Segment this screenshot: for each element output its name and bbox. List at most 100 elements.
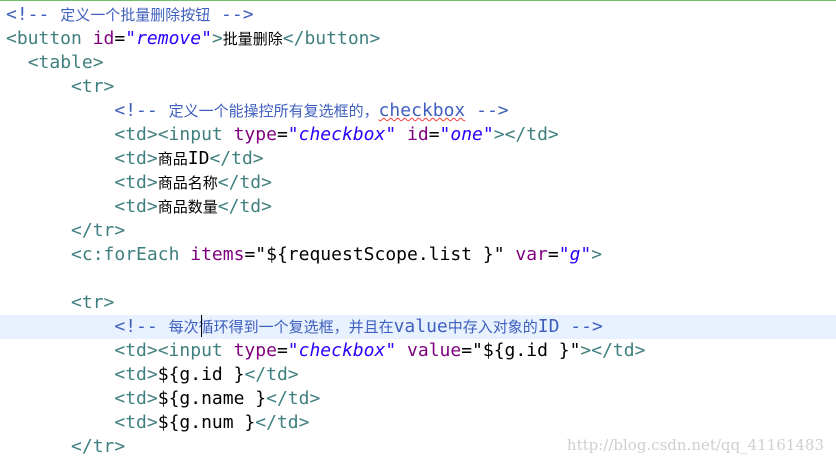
code-token: <td> xyxy=(114,148,158,169)
code-token: ></td> xyxy=(493,124,559,145)
code-token: </td> xyxy=(255,412,310,433)
code-token: value xyxy=(393,316,448,337)
code-line[interactable]: <td>${g.num }</td> xyxy=(0,411,836,435)
watermark: http://blog.csdn.net/qq_41161483 xyxy=(566,436,824,454)
code-token: type xyxy=(233,124,277,145)
code-token: <!-- xyxy=(114,100,169,121)
code-token: --> xyxy=(210,4,254,25)
code-line[interactable]: <!-- 定义一个能操控所有复选框的，checkbox --> xyxy=(0,99,836,123)
code-token: <c:forEach xyxy=(71,244,180,265)
code-line[interactable]: </tr> xyxy=(0,219,836,243)
code-line[interactable]: <tr> xyxy=(0,75,836,99)
line-gutter-pad xyxy=(0,268,6,289)
code-token: 定义一个批量删除按钮 xyxy=(60,6,211,24)
code-token: <td> xyxy=(114,364,158,385)
code-token: </td> xyxy=(217,196,272,217)
code-token: </tr> xyxy=(71,436,126,457)
code-editor[interactable]: <!-- 定义一个批量删除按钮 --> <button id="remove">批… xyxy=(0,0,836,464)
code-token: "${requestScope.list }" xyxy=(255,244,505,265)
code-token: </tr> xyxy=(71,220,126,241)
code-line[interactable] xyxy=(0,267,836,291)
code-token: ></td> xyxy=(580,340,646,361)
code-token: <td><input xyxy=(114,340,223,361)
code-line[interactable]: <table> xyxy=(0,51,836,75)
code-token: = xyxy=(276,340,288,361)
code-token: <td> xyxy=(114,172,158,193)
code-token: = xyxy=(276,124,288,145)
code-token: <!-- xyxy=(114,316,169,337)
code-token: 定义一个能操控所有复选框的， xyxy=(168,102,379,120)
code-token: </td> xyxy=(217,172,272,193)
code-token: ID --> xyxy=(537,316,603,337)
code-token: <button xyxy=(6,28,82,49)
code-token: 商品名称 xyxy=(157,174,218,192)
code-token: > xyxy=(591,244,603,265)
code-token: "one" xyxy=(439,124,494,145)
code-token: 每次循环得到一个复选框，并且在 xyxy=(168,318,394,336)
code-token: var xyxy=(515,244,548,265)
code-token: <td> xyxy=(114,412,158,433)
code-line[interactable]: <td>${g.id }</td> xyxy=(0,363,836,387)
code-token: <!-- xyxy=(6,4,61,25)
code-token: 商品数量 xyxy=(157,198,218,216)
code-token: <td> xyxy=(114,196,158,217)
code-line[interactable]: <td>${g.name }</td> xyxy=(0,387,836,411)
code-token: </button> xyxy=(282,28,381,49)
code-line[interactable]: <!-- 定义一个批量删除按钮 --> xyxy=(0,3,836,27)
code-token: "checkbox" xyxy=(287,124,397,145)
code-line[interactable]: <td>商品ID</td> xyxy=(0,147,836,171)
code-token: ID xyxy=(187,148,210,169)
code-line[interactable]: <tr> xyxy=(0,291,836,315)
code-token: = xyxy=(547,244,559,265)
code-token: --> xyxy=(465,100,509,121)
code-token: <tr> xyxy=(71,76,115,97)
code-token: <table> xyxy=(27,52,104,73)
code-line[interactable]: <button id="remove">批量删除</button> xyxy=(0,27,836,51)
code-token: checkbox xyxy=(378,100,466,121)
code-token: ${g.num } xyxy=(157,412,256,433)
code-line[interactable]: <td>商品数量</td> xyxy=(0,195,836,219)
code-line[interactable]: <td><input type="checkbox" id="one"></td… xyxy=(0,123,836,147)
code-token: id xyxy=(92,28,115,49)
code-line[interactable]: <c:forEach items="${requestScope.list }"… xyxy=(0,243,836,267)
code-line[interactable]: <td>商品名称</td> xyxy=(0,171,836,195)
code-token: <td><input xyxy=(114,124,223,145)
code-token: = xyxy=(244,244,256,265)
text-caret xyxy=(201,315,202,337)
code-token: items xyxy=(190,244,245,265)
code-token: 中存入对象的 xyxy=(447,318,538,336)
code-token: = xyxy=(114,28,126,49)
code-token: <td> xyxy=(114,388,158,409)
code-token: "checkbox" xyxy=(287,340,397,361)
code-token: = xyxy=(461,340,473,361)
code-token: <tr> xyxy=(71,292,115,313)
code-token: ${g.name } xyxy=(157,388,267,409)
code-token: "g" xyxy=(558,244,592,265)
code-token: </td> xyxy=(244,364,299,385)
code-line[interactable]: <!-- 每次循环得到一个复选框，并且在value中存入对象的ID --> xyxy=(0,315,836,339)
code-token: "remove" xyxy=(125,28,212,49)
code-line[interactable]: <td><input type="checkbox" value="${g.id… xyxy=(0,339,836,363)
